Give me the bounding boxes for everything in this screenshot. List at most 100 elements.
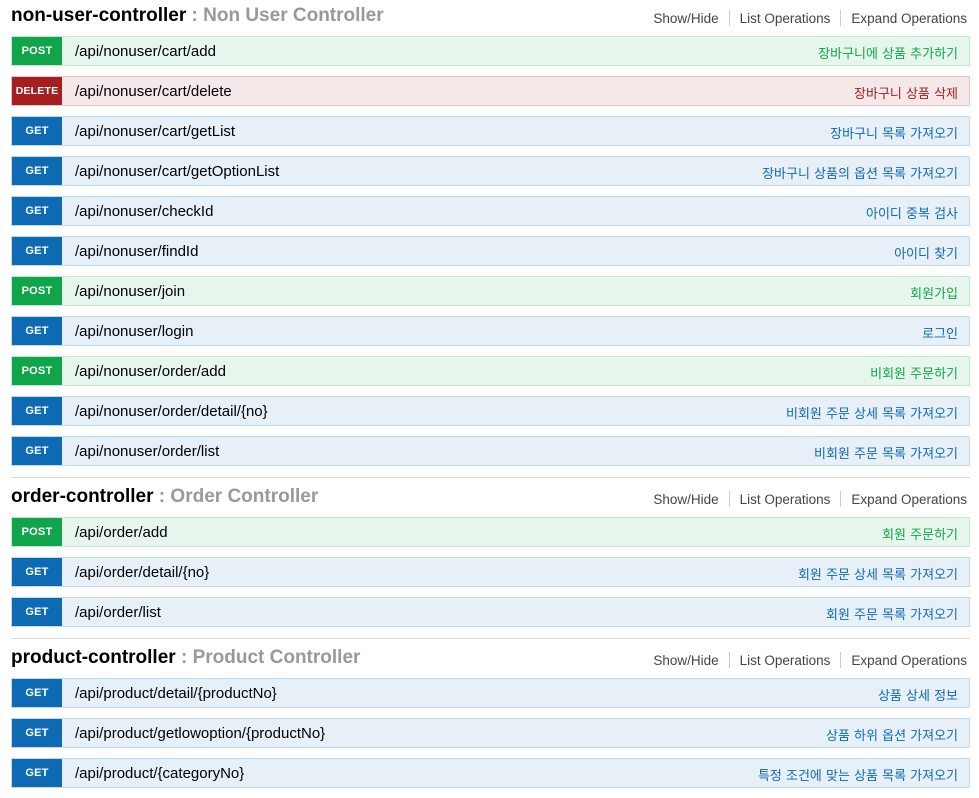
operation-row[interactable]: DELETE/api/nonuser/cart/delete 장바구니 상품 삭제 (11, 76, 970, 106)
controller-separator: : (175, 647, 193, 668)
operation-summary[interactable]: 장바구니 목록 가져오기 (830, 123, 958, 142)
operation-path[interactable]: /api/nonuser/login (75, 323, 193, 340)
show-hide-link[interactable]: Show/Hide (653, 492, 718, 507)
controller-description: Non User Controller (203, 5, 384, 26)
controller-options: Show/Hide List Operations Expand Operation… (653, 652, 967, 668)
method-badge-get[interactable]: GET (12, 157, 62, 185)
operation-row[interactable]: GET/api/nonuser/findId 아이디 찾기 (11, 236, 970, 266)
method-badge-get[interactable]: GET (12, 237, 62, 265)
expand-operations-link[interactable]: Expand Operations (851, 11, 967, 26)
controller-separator: : (153, 486, 171, 507)
operation-summary[interactable]: 아이디 찾기 (894, 243, 958, 262)
operation-path[interactable]: /api/nonuser/order/list (75, 443, 219, 460)
show-hide-link[interactable]: Show/Hide (653, 653, 718, 668)
operation-path[interactable]: /api/nonuser/order/add (75, 363, 226, 380)
operation-path[interactable]: /api/product/getlowoption/{productNo} (75, 725, 325, 742)
link-divider (840, 10, 842, 26)
operation-path[interactable]: /api/nonuser/cart/getOptionList (75, 163, 279, 180)
operation-path[interactable]: /api/order/add (75, 524, 168, 541)
operation-row[interactable]: GET/api/product/getlowoption/{productNo}… (11, 718, 970, 748)
method-badge-get[interactable]: GET (12, 719, 62, 747)
controller-title[interactable]: order-controller : Order Controller (11, 486, 318, 508)
operation-row[interactable]: GET/api/nonuser/order/list 비회원 주문 목록 가져오기 (11, 436, 970, 466)
operation-summary[interactable]: 비회원 주문 상세 목록 가져오기 (786, 403, 958, 422)
show-hide-link[interactable]: Show/Hide (653, 11, 718, 26)
method-badge-get[interactable]: GET (12, 759, 62, 787)
operation-path[interactable]: /api/order/detail/{no} (75, 564, 209, 581)
operation-summary[interactable]: 장바구니에 상품 추가하기 (818, 43, 958, 62)
method-badge-post[interactable]: POST (12, 37, 62, 65)
operation-path[interactable]: /api/nonuser/checkId (75, 203, 213, 220)
method-badge-get[interactable]: GET (12, 197, 62, 225)
controller-options: Show/Hide List Operations Expand Operation… (653, 491, 967, 507)
method-badge-get[interactable]: GET (12, 397, 62, 425)
controller-description: Product Controller (192, 647, 361, 668)
operation-row[interactable]: GET/api/nonuser/cart/getList 장바구니 목록 가져오기 (11, 116, 970, 146)
method-badge-delete[interactable]: DELETE (12, 77, 62, 105)
method-badge-post[interactable]: POST (12, 357, 62, 385)
operation-summary[interactable]: 회원 주문하기 (882, 524, 958, 543)
operation-path[interactable]: /api/nonuser/findId (75, 243, 198, 260)
section-divider (11, 638, 970, 639)
operation-row[interactable]: POST/api/nonuser/cart/add 장바구니에 상품 추가하기 (11, 36, 970, 66)
operation-path[interactable]: /api/nonuser/cart/add (75, 43, 216, 60)
expand-operations-link[interactable]: Expand Operations (851, 653, 967, 668)
controller-name[interactable]: product-controller (11, 647, 176, 668)
controller-section: order-controller : Order Controller Show/… (0, 477, 979, 637)
section-divider (11, 477, 970, 478)
operation-path[interactable]: /api/product/{categoryNo} (75, 765, 244, 782)
method-badge-get[interactable]: GET (12, 117, 62, 145)
controller-name[interactable]: order-controller (11, 486, 154, 507)
operation-path[interactable]: /api/nonuser/join (75, 283, 185, 300)
link-divider (728, 10, 730, 26)
operation-row[interactable]: GET/api/nonuser/login 로그인 (11, 316, 970, 346)
controller-section: non-user-controller : Non User Controlle… (0, 0, 979, 476)
expand-operations-link[interactable]: Expand Operations (851, 492, 967, 507)
operation-row[interactable]: GET/api/nonuser/order/detail/{no} 비회원 주문 … (11, 396, 970, 426)
operation-summary[interactable]: 비회원 주문하기 (870, 363, 958, 382)
controller-name[interactable]: non-user-controller (11, 5, 186, 26)
method-badge-get[interactable]: GET (12, 317, 62, 345)
method-badge-post[interactable]: POST (12, 277, 62, 305)
method-badge-get[interactable]: GET (12, 437, 62, 465)
operation-summary[interactable]: 회원 주문 목록 가져오기 (826, 604, 958, 623)
operation-summary[interactable]: 회원가입 (910, 283, 958, 302)
operation-path[interactable]: /api/product/detail/{productNo} (75, 685, 277, 702)
operation-row[interactable]: POST/api/nonuser/order/add 비회원 주문하기 (11, 356, 970, 386)
method-badge-post[interactable]: POST (12, 518, 62, 546)
controller-title[interactable]: product-controller : Product Controller (11, 647, 360, 669)
method-badge-get[interactable]: GET (12, 598, 62, 626)
operation-summary[interactable]: 장바구니 상품의 옵션 목록 가져오기 (762, 163, 958, 182)
controller-description: Order Controller (170, 486, 319, 507)
controller-title[interactable]: non-user-controller : Non User Controlle… (11, 5, 384, 27)
controller-section: product-controller : Product Controller S… (0, 638, 979, 798)
operation-row[interactable]: GET/api/order/detail/{no} 회원 주문 상세 목록 가져오… (11, 557, 970, 587)
operation-row[interactable]: GET/api/nonuser/checkId 아이디 중복 검사 (11, 196, 970, 226)
operation-summary[interactable]: 특정 조건에 맞는 상품 목록 가져오기 (758, 765, 958, 784)
operation-row[interactable]: GET/api/product/detail/{productNo} 상품 상세 … (11, 678, 970, 708)
operation-row[interactable]: POST/api/nonuser/join 회원가입 (11, 276, 970, 306)
operation-row[interactable]: GET/api/product/{categoryNo} 특정 조건에 맞는 상품… (11, 758, 970, 788)
operation-row[interactable]: GET/api/nonuser/cart/getOptionList 장바구니 상… (11, 156, 970, 186)
operation-summary[interactable]: 로그인 (922, 323, 958, 342)
operation-path[interactable]: /api/nonuser/cart/getList (75, 123, 235, 140)
operation-summary[interactable]: 아이디 중복 검사 (866, 203, 958, 222)
list-operations-link[interactable]: List Operations (740, 11, 831, 26)
method-badge-get[interactable]: GET (12, 679, 62, 707)
link-divider (728, 652, 730, 668)
list-operations-link[interactable]: List Operations (740, 492, 831, 507)
controller-separator: : (186, 5, 204, 26)
operation-summary[interactable]: 비회원 주문 목록 가져오기 (814, 443, 958, 462)
list-operations-link[interactable]: List Operations (740, 653, 831, 668)
operation-summary[interactable]: 상품 상세 정보 (878, 685, 958, 704)
operation-path[interactable]: /api/order/list (75, 604, 161, 621)
method-badge-get[interactable]: GET (12, 558, 62, 586)
operation-path[interactable]: /api/nonuser/cart/delete (75, 83, 232, 100)
link-divider (728, 491, 730, 507)
operation-row[interactable]: GET/api/order/list 회원 주문 목록 가져오기 (11, 597, 970, 627)
operation-summary[interactable]: 장바구니 상품 삭제 (854, 83, 958, 102)
operation-summary[interactable]: 회원 주문 상세 목록 가져오기 (798, 564, 958, 583)
operation-path[interactable]: /api/nonuser/order/detail/{no} (75, 403, 268, 420)
operation-row[interactable]: POST/api/order/add 회원 주문하기 (11, 517, 970, 547)
operation-summary[interactable]: 상품 하위 옵션 가져오기 (826, 725, 958, 744)
